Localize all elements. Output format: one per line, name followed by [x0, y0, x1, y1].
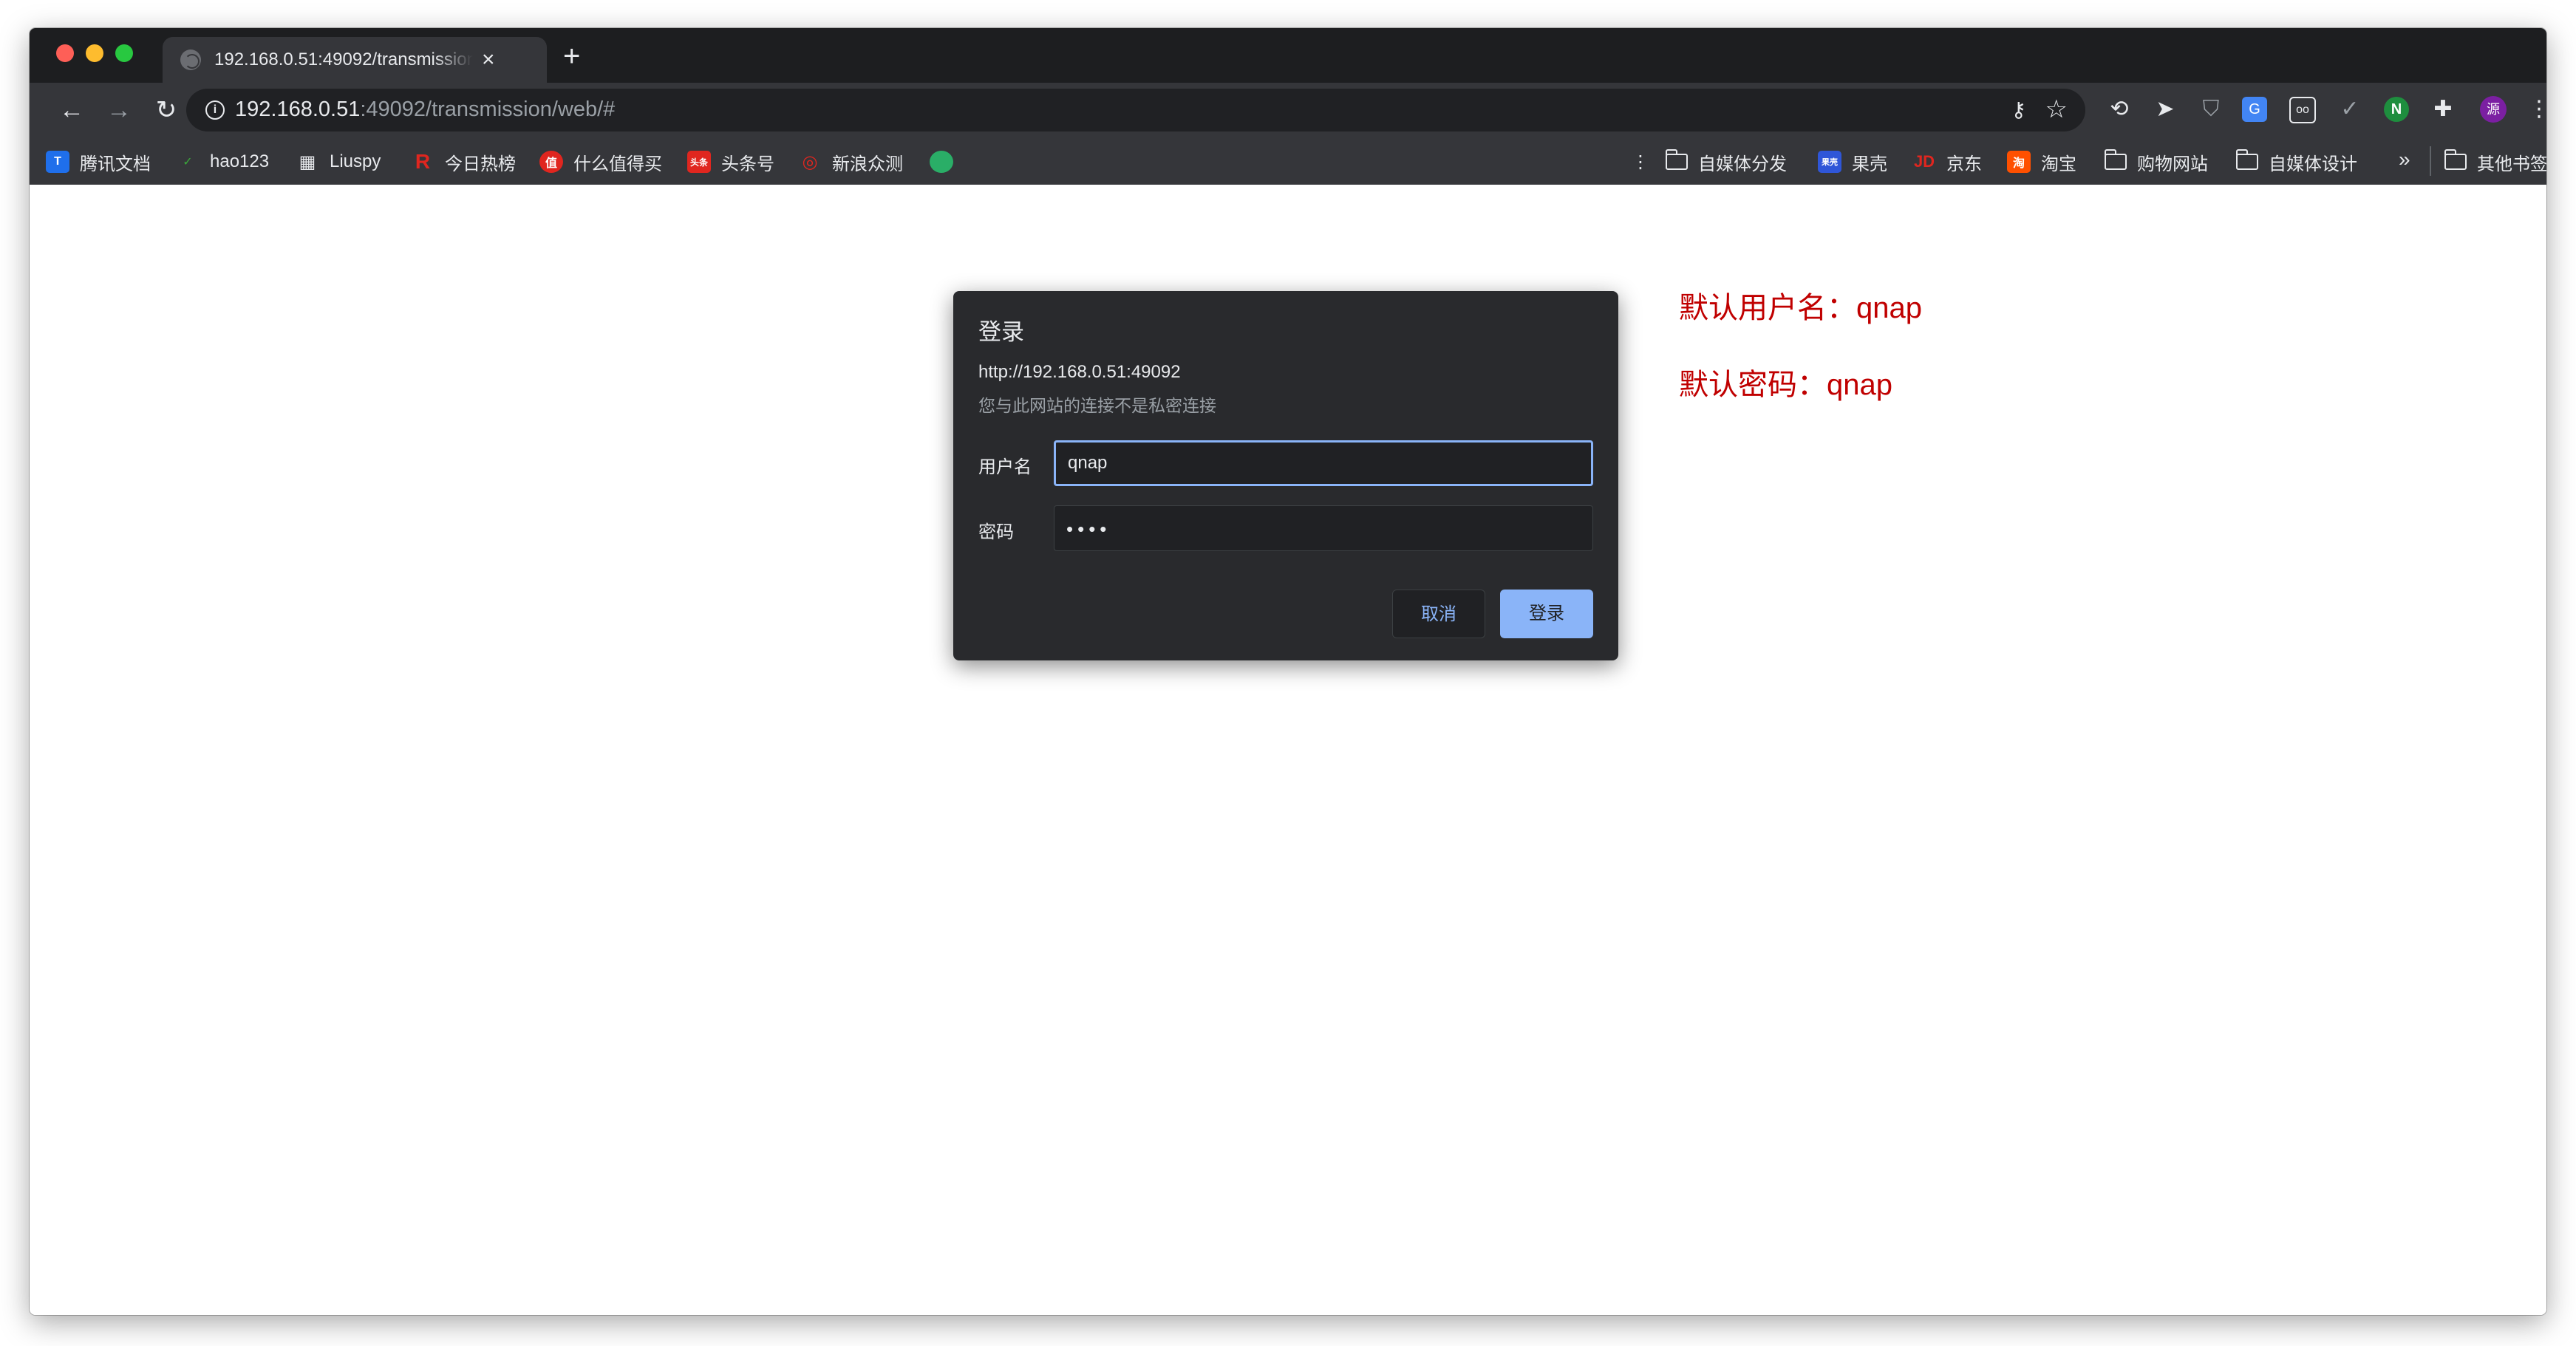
- bookmark-label: 购物网站: [2137, 154, 2208, 174]
- wechat-icon: [930, 151, 953, 173]
- dialog-connection-warning: 您与此网站的连接不是私密连接: [978, 396, 1216, 415]
- username-input[interactable]: qnap: [1054, 440, 1593, 486]
- close-window-button[interactable]: [56, 44, 74, 62]
- bookmark-label: 淘宝: [2041, 154, 2076, 174]
- guokr-icon: 果壳: [1818, 151, 1841, 173]
- bookmark-smzdm[interactable]: 值 什么值得买: [539, 149, 662, 174]
- dialog-origin: http://192.168.0.51:49092: [978, 362, 1181, 382]
- bookmark-label: 其他书签: [2477, 154, 2546, 174]
- bookmark-folder-media-design[interactable]: 自媒体设计: [2235, 149, 2357, 174]
- folder-icon: [1665, 149, 1688, 170]
- bookmark-label: 新浪众测: [832, 154, 903, 174]
- bookmark-folder-shopping[interactable]: 购物网站: [2104, 149, 2208, 174]
- reload-button[interactable]: ↻: [149, 93, 183, 127]
- profile-avatar[interactable]: 源: [2480, 96, 2507, 123]
- bookmark-folder-media-distribution[interactable]: 自媒体分发: [1665, 149, 1787, 174]
- google-translate-icon[interactable]: G: [2242, 97, 2267, 122]
- bookmark-liuspy[interactable]: ▦ Liuspy: [296, 149, 381, 174]
- new-tab-button[interactable]: +: [563, 41, 580, 71]
- bookmarks-bar: T 腾讯文档 ✓ hao123 ▦ Liuspy R 今日热榜 值 什么值得买 …: [30, 137, 2546, 185]
- folder-icon: [2444, 149, 2467, 170]
- password-label: 密码: [978, 522, 1014, 542]
- fullscreen-window-button[interactable]: [115, 44, 133, 62]
- puzzle-extensions-icon[interactable]: ✚: [2428, 95, 2458, 124]
- bookmarks-overflow-button[interactable]: »: [2399, 148, 2410, 171]
- dialog-title: 登录: [978, 319, 1024, 345]
- tab-active[interactable]: 192.168.0.51:49092/transmission/web/# ×: [163, 37, 547, 83]
- jd-icon: JD: [1913, 152, 1935, 171]
- evernote-extension-icon[interactable]: N: [2384, 97, 2409, 122]
- toutiao-icon: 头条: [687, 151, 711, 173]
- default-username-note: 默认用户名：qnap: [1679, 292, 1922, 324]
- url-host: 192.168.0.51: [235, 98, 361, 121]
- bookmarks-separator: [2430, 146, 2431, 176]
- bookmark-folder-other[interactable]: 其他书签: [2444, 149, 2546, 174]
- bookmark-taobao[interactable]: 淘 淘宝: [2007, 149, 2076, 174]
- bookmark-label: hao123: [210, 151, 270, 171]
- checkmark-extension-icon[interactable]: ✓: [2335, 95, 2365, 124]
- bookmark-label: 果壳: [1852, 154, 1887, 174]
- bookmark-jinri-rebang[interactable]: R 今日热榜: [411, 149, 516, 174]
- bookmark-label: 腾讯文档: [80, 154, 151, 174]
- key-icon[interactable]: ⚷: [2011, 98, 2026, 122]
- taobao-icon: 淘: [2007, 151, 2031, 173]
- close-tab-icon[interactable]: ×: [482, 49, 495, 71]
- address-bar[interactable]: i 192.168.0.51:49092/transmission/web/# …: [186, 89, 2085, 131]
- default-password-note: 默认密码：qnap: [1679, 369, 1892, 401]
- weibo-icon: ◎: [802, 151, 818, 172]
- password-input[interactable]: ••••: [1054, 505, 1593, 551]
- bookmark-wechat[interactable]: [930, 149, 964, 174]
- site-info-icon[interactable]: i: [205, 100, 225, 120]
- bookmark-label: 头条号: [721, 154, 774, 174]
- browser-window: 192.168.0.51:49092/transmission/web/# × …: [30, 28, 2546, 1315]
- bookmark-label: 什么值得买: [573, 154, 662, 174]
- url-path: :49092/transmission/web/#: [360, 98, 616, 121]
- bookmark-label: 自媒体设计: [2269, 154, 2357, 174]
- username-label: 用户名: [978, 457, 1032, 477]
- folder-icon: [2235, 149, 2258, 170]
- forward-button[interactable]: →: [102, 93, 136, 127]
- undo-extension-icon[interactable]: ⟲: [2105, 95, 2134, 124]
- windows-logo-icon: ▦: [299, 151, 316, 172]
- bookmark-guokr[interactable]: 果壳 果壳: [1818, 149, 1887, 174]
- http-auth-dialog: 登录 http://192.168.0.51:49092 您与此网站的连接不是私…: [953, 291, 1618, 660]
- bookmark-label: 自媒体分发: [1698, 154, 1787, 174]
- browser-toolbar: ← → ↻ i 192.168.0.51:49092/transmission/…: [30, 83, 2546, 137]
- back-button[interactable]: ←: [55, 93, 89, 127]
- bookmark-label: 今日热榜: [445, 154, 516, 174]
- tab-strip: 192.168.0.51:49092/transmission/web/# × …: [30, 28, 2546, 83]
- bookmark-label: 京东: [1946, 154, 1982, 174]
- bookmark-star-icon[interactable]: ☆: [2045, 95, 2068, 124]
- smzdm-icon: 值: [539, 151, 563, 173]
- cursor-extension-icon[interactable]: ➤: [2150, 95, 2180, 124]
- page-content: 登录 http://192.168.0.51:49092 您与此网站的连接不是私…: [30, 185, 2546, 1315]
- bookmark-hao123[interactable]: ✓ hao123: [176, 149, 269, 174]
- truncated-bookmark-glyph: ⋮: [1632, 151, 1649, 172]
- shield-extension-icon[interactable]: ⛉: [2196, 95, 2226, 124]
- url-text[interactable]: 192.168.0.51:49092/transmission/web/#: [235, 98, 615, 122]
- tencent-docs-icon: T: [46, 151, 69, 173]
- cancel-button[interactable]: 取消: [1392, 590, 1485, 638]
- folder-icon: [2104, 149, 2127, 170]
- kebab-menu-icon[interactable]: ⋮: [2524, 95, 2546, 124]
- globe-icon: [180, 49, 201, 70]
- tab-title: 192.168.0.51:49092/transmission/web/#: [214, 49, 473, 69]
- bookmark-jd[interactable]: JD 京东: [1912, 149, 1982, 174]
- minimize-window-button[interactable]: [86, 44, 103, 62]
- reader-extension-icon[interactable]: oo: [2289, 97, 2316, 123]
- bookmark-tencent-docs[interactable]: T 腾讯文档: [46, 149, 151, 174]
- bookmark-sina[interactable]: ◎ 新浪众测: [798, 149, 903, 174]
- bookmark-hidden-partial[interactable]: ⋮: [1632, 149, 1649, 174]
- login-button[interactable]: 登录: [1500, 590, 1593, 638]
- bookmark-toutiao[interactable]: 头条 头条号: [687, 149, 774, 174]
- r-logo-icon: R: [415, 150, 431, 173]
- hao123-icon: ✓: [183, 156, 193, 168]
- bookmark-label: Liuspy: [330, 151, 381, 171]
